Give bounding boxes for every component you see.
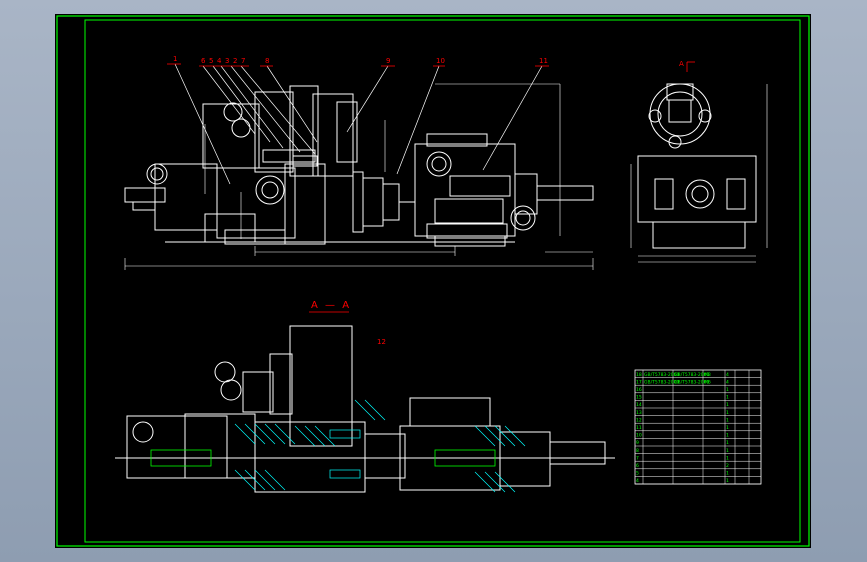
parts-list-cell: 13 (636, 410, 642, 416)
cad-drawing: A A — A 18 GB/T5783-2000GB/T5783-2000M8 41… (56, 15, 810, 547)
section-view (115, 325, 615, 493)
parts-list-cell: 10 (636, 433, 642, 439)
parts-list-cell: 1 (726, 410, 729, 416)
view-marker (686, 61, 695, 72)
parts-list-cell: 1 (726, 387, 729, 393)
parts-list-cell: 6 (636, 463, 639, 469)
balloon-12: 12 (377, 338, 386, 346)
balloon-11: 11 (539, 57, 548, 65)
parts-list-cell: 4 (636, 478, 639, 484)
parts-list-cell: 7 (636, 455, 639, 461)
balloon-10: 10 (436, 57, 445, 65)
callout-leaders (174, 63, 543, 185)
parts-list-cell: 11 (636, 425, 642, 431)
parts-list-cell: 8 (636, 448, 639, 454)
parts-list-cell: 2 (726, 463, 729, 469)
balloon-2: 2 (233, 57, 237, 65)
parts-list-cell: 1 (726, 433, 729, 439)
parts-list-cell: 1 (726, 471, 729, 477)
balloon-9: 9 (386, 57, 390, 65)
parts-list-cell: M6 (704, 379, 711, 385)
balloon-6: 6 (201, 57, 206, 65)
parts-list-cell: 1 (726, 395, 729, 401)
parts-list-cell: 1 (726, 440, 729, 446)
balloon-5: 5 (209, 57, 213, 65)
parts-list-cell: 1 (726, 448, 729, 454)
outer-frame (56, 15, 810, 547)
section-label: A — A (311, 300, 351, 311)
balloon-1: 1 (173, 55, 177, 63)
parts-list-cell: 4 (726, 372, 729, 378)
parts-list-cell: 1 (726, 478, 729, 484)
parts-list-cell: 17 (636, 379, 642, 385)
parts-list-cell: 1 (726, 417, 729, 423)
drawing-viewport[interactable]: A A — A 18 GB/T5783-2000 GB/T5783-2000 M8 4 1… (55, 14, 811, 548)
parts-list-cell: 18 (636, 372, 642, 378)
front-view (124, 85, 594, 247)
parts-list-cell: 9 (636, 440, 639, 446)
balloon-7: 7 (241, 57, 245, 65)
parts-list-cell: 1 (726, 425, 729, 431)
side-view (637, 83, 757, 249)
parts-list-cell: 15 (636, 395, 642, 401)
parts-list-cell: 12 (636, 417, 642, 423)
parts-list-frame (634, 369, 762, 485)
parts-list-cell: 1 (726, 402, 729, 408)
parts-list-table: 18 GB/T5783-2000GB/T5783-2000M8 417 GB/T578… (634, 369, 762, 485)
parts-list-cell: 16 (636, 387, 642, 393)
balloon-3: 3 (225, 57, 229, 65)
parts-list-cell: 1 (726, 455, 729, 461)
parts-list-cell: 4 (726, 379, 729, 385)
balloon-8: 8 (265, 57, 269, 65)
view-marker-label: A (679, 60, 684, 68)
parts-list-cell: 14 (636, 402, 642, 408)
parts-list-cell: M8 (704, 372, 711, 378)
balloon-4: 4 (217, 57, 222, 65)
parts-list-cell: 5 (636, 471, 639, 477)
